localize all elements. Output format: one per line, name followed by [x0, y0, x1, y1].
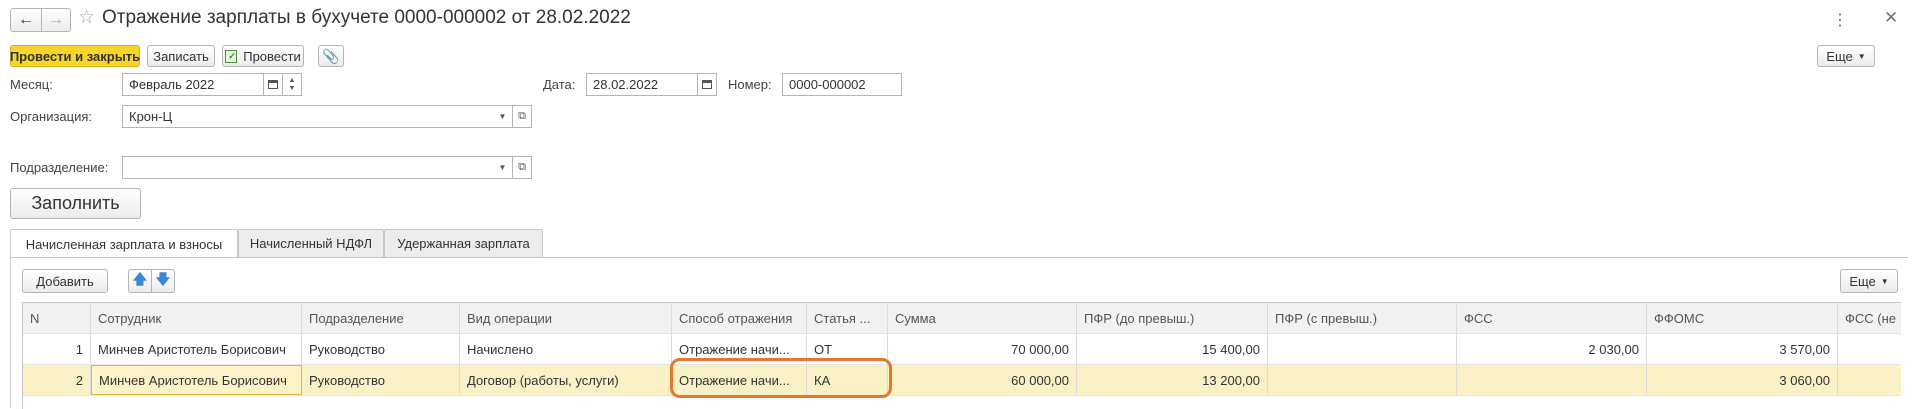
col-article[interactable]: Статья ... [807, 303, 888, 333]
month-stepper[interactable]: ▲ ▼ [282, 73, 302, 96]
col-operation[interactable]: Вид операции [460, 303, 672, 333]
kebab-menu-icon[interactable]: ⋮ [1832, 10, 1848, 30]
month-field[interactable]: Февраль 2022 [122, 73, 264, 96]
post-document-icon: ✓ [225, 49, 238, 63]
dropdown-arrow-icon: ▼ [1857, 51, 1866, 61]
department-dropdown-button[interactable]: ▼ [493, 156, 513, 179]
dropdown-arrow-icon: ▼ [1880, 276, 1889, 286]
col-pfr-above[interactable]: ПФР (с превыш.) [1268, 303, 1457, 333]
dropdown-arrow-icon: ▼ [498, 163, 507, 172]
employee-cell[interactable]: Минчев Аристотель Борисович [91, 334, 302, 364]
table-more-button[interactable]: Еще ▼ [1840, 269, 1898, 293]
col-employee[interactable]: Сотрудник [91, 303, 302, 333]
more-button-label: Еще [1826, 48, 1853, 64]
col-pfr-below[interactable]: ПФР (до превыш.) [1077, 303, 1268, 333]
move-up-button[interactable]: 🡅 [128, 269, 152, 293]
add-row-button[interactable]: Добавить [22, 269, 108, 293]
move-down-button[interactable]: 🡇 [151, 269, 175, 293]
forward-button[interactable]: → [41, 8, 71, 32]
paperclip-icon: 📎 [322, 47, 340, 64]
calendar-icon [268, 80, 278, 89]
calendar-icon [702, 80, 712, 89]
ffoms-cell[interactable]: 3 570,00 [1647, 334, 1838, 364]
date-calendar-button[interactable] [697, 73, 717, 96]
col-department[interactable]: Подразделение [302, 303, 460, 333]
more-button[interactable]: Еще ▼ [1817, 45, 1875, 67]
sum-cell[interactable]: 60 000,00 [888, 365, 1077, 395]
accruals-table: N Сотрудник Подразделение Вид операции С… [22, 302, 1901, 409]
date-field[interactable]: 28.02.2022 [586, 73, 698, 96]
stepper-up-icon: ▲ [288, 76, 296, 84]
employee-cell-active[interactable]: Минчев Аристотель Борисович [91, 365, 302, 395]
arrow-right-icon: → [48, 11, 64, 28]
date-label: Дата: [543, 77, 576, 92]
fss-ns-cell[interactable] [1838, 365, 1901, 395]
sum-cell[interactable]: 70 000,00 [888, 334, 1077, 364]
post-button-label: Провести [243, 48, 301, 64]
row-number: 1 [23, 334, 91, 364]
col-n[interactable]: N [23, 303, 91, 333]
organization-label: Организация: [10, 109, 93, 124]
close-icon[interactable]: ✕ [1884, 8, 1898, 28]
fss-cell[interactable]: 2 030,00 [1457, 334, 1647, 364]
col-sum[interactable]: Сумма [888, 303, 1077, 333]
organization-dropdown-button[interactable]: ▼ [493, 105, 513, 128]
pfr-above-cell[interactable] [1268, 334, 1457, 364]
department-cell[interactable]: Руководство [302, 334, 460, 364]
tab-accrued-salary[interactable]: Начисленная зарплата и взносы [10, 229, 238, 258]
ffoms-cell[interactable]: 3 060,00 [1647, 365, 1838, 395]
attach-button[interactable]: 📎 [318, 45, 344, 67]
table-row-selected[interactable]: 2 Минчев Аристотель Борисович Руководств… [23, 365, 1901, 396]
arrow-up-icon: 🡅 [132, 271, 148, 287]
col-reflection-method[interactable]: Способ отражения [672, 303, 807, 333]
department-label: Подразделение: [10, 160, 109, 175]
post-and-close-button[interactable]: Провести и закрыть [10, 45, 140, 67]
month-label: Месяц: [10, 77, 53, 92]
calendar-button[interactable] [263, 73, 283, 96]
fss-cell[interactable] [1457, 365, 1647, 395]
number-field[interactable]: 0000-000002 [782, 73, 902, 96]
number-label: Номер: [728, 77, 772, 92]
organization-field[interactable]: Крон-Ц [122, 105, 494, 128]
department-field[interactable] [122, 156, 494, 179]
organization-open-button[interactable]: ⧉ [512, 105, 532, 128]
stepper-down-icon: ▼ [288, 84, 296, 92]
save-button[interactable]: Записать [147, 45, 215, 67]
operation-cell[interactable]: Договор (работы, услуги) [460, 365, 672, 395]
tab-accrued-ndfl[interactable]: Начисленный НДФЛ [238, 229, 384, 257]
table-header-row: N Сотрудник Подразделение Вид операции С… [23, 303, 1901, 334]
dropdown-arrow-icon: ▼ [498, 112, 507, 121]
arrow-left-icon: ← [18, 11, 34, 28]
tab-withheld-salary[interactable]: Удержанная зарплата [384, 229, 543, 257]
department-cell[interactable]: Руководство [302, 365, 460, 395]
arrow-down-icon: 🡇 [155, 271, 171, 287]
operation-cell[interactable]: Начислено [460, 334, 672, 364]
fill-button[interactable]: Заполнить [10, 188, 141, 219]
row-number: 2 [23, 365, 91, 395]
highlight-annotation [670, 358, 892, 398]
back-button[interactable]: ← [10, 8, 42, 32]
open-window-icon: ⧉ [518, 161, 526, 173]
table-more-label: Еще [1849, 273, 1876, 289]
star-icon[interactable]: ☆ [78, 6, 95, 29]
window-title: Отражение зарплаты в бухучете 0000-00000… [102, 7, 631, 28]
table-row[interactable]: 1 Минчев Аристотель Борисович Руководств… [23, 334, 1901, 365]
pfr-below-cell[interactable]: 13 200,00 [1077, 365, 1268, 395]
pfr-below-cell[interactable]: 15 400,00 [1077, 334, 1268, 364]
col-ffoms[interactable]: ФФОМС [1647, 303, 1838, 333]
pfr-above-cell[interactable] [1268, 365, 1457, 395]
post-button[interactable]: ✓ Провести [222, 45, 304, 67]
open-window-icon: ⧉ [518, 110, 526, 122]
col-fss-ns[interactable]: ФСС (не [1838, 303, 1901, 333]
col-fss[interactable]: ФСС [1457, 303, 1647, 333]
department-open-button[interactable]: ⧉ [512, 156, 532, 179]
fss-ns-cell[interactable] [1838, 334, 1901, 364]
